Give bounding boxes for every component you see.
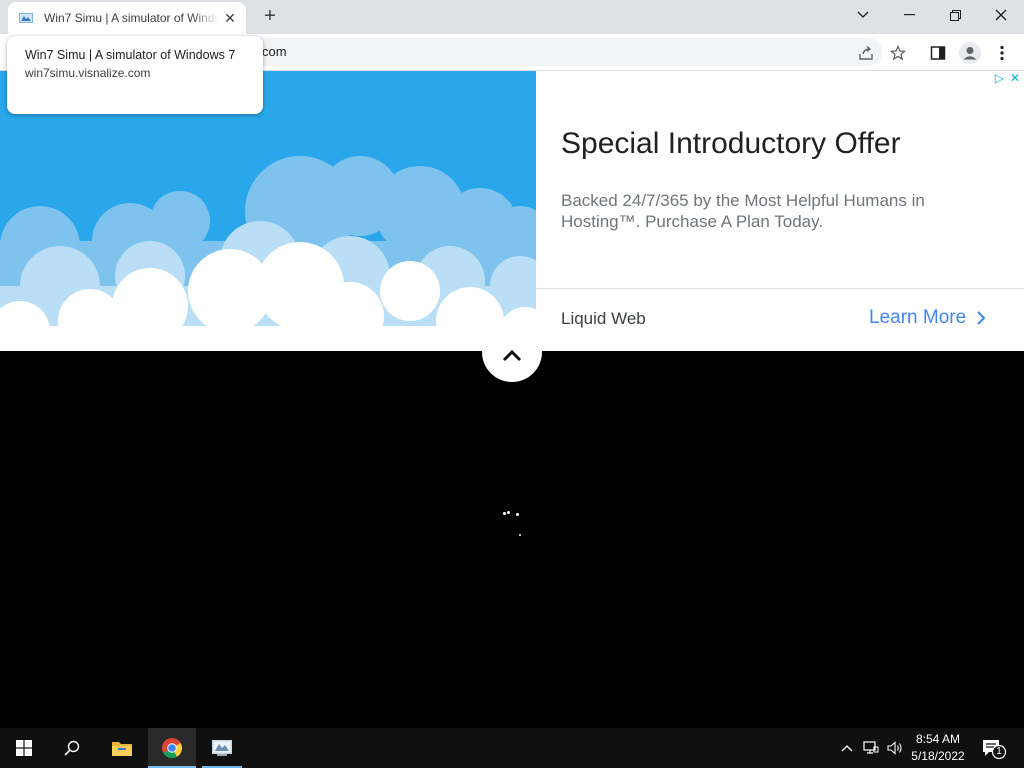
chrome-button[interactable] (148, 728, 196, 768)
minimize-icon[interactable] (886, 0, 932, 30)
search-icon (64, 740, 80, 756)
new-tab-icon[interactable]: + (258, 5, 282, 29)
chevron-right-icon (977, 311, 986, 325)
win7simu-icon (212, 740, 232, 756)
clock-date: 5/18/2022 (911, 749, 965, 763)
taskbar-search-button[interactable] (48, 728, 96, 768)
adchoices[interactable]: ▷ ✕ (995, 71, 1020, 85)
restore-icon[interactable] (932, 0, 978, 30)
tooltip-title: Win7 Simu | A simulator of Windows 7 (25, 48, 236, 62)
tab-hover-tooltip: Win7 Simu | A simulator of Windows 7 win… (7, 36, 263, 114)
action-center-button[interactable]: 1 (980, 736, 1008, 760)
chevron-up-icon (502, 350, 522, 362)
tab-close-icon[interactable]: ✕ (222, 10, 238, 26)
chrome-icon (162, 738, 183, 759)
browser-titlebar: Win7 Simu | A simulator of Windows 7 ✕ + (0, 0, 1024, 34)
learn-more-button[interactable]: Learn More (869, 307, 986, 329)
collapse-ad-button[interactable] (482, 322, 542, 382)
win7simu-favicon-icon (19, 13, 33, 23)
ad-text-panel[interactable]: ▷ ✕ Special Introductory Offer Backed 24… (536, 71, 1024, 351)
file-explorer-button[interactable] (98, 728, 146, 768)
taskbar: 8:54 AM 5/18/2022 1 (0, 728, 1024, 768)
adchoices-icon[interactable]: ▷ (995, 71, 1004, 85)
tooltip-url: win7simu.visnalize.com (25, 66, 151, 80)
address-bar-text[interactable]: com (262, 44, 287, 59)
ad-close-icon[interactable]: ✕ (1010, 71, 1020, 85)
learn-more-label: Learn More (869, 307, 967, 328)
ad-divider (536, 288, 1024, 289)
network-icon[interactable] (862, 739, 880, 757)
file-explorer-icon (112, 742, 132, 756)
notification-icon (983, 740, 1007, 760)
share-icon[interactable] (854, 41, 878, 65)
clock-time: 8:54 AM (915, 732, 961, 746)
win7simu-button[interactable] (198, 728, 246, 768)
notification-count: 1 (996, 746, 1002, 757)
bookmark-star-icon[interactable] (886, 41, 910, 65)
ad-body-text[interactable]: Backed 24/7/365 by the Most Helpful Huma… (561, 190, 961, 232)
spinner-dot (503, 512, 506, 515)
taskbar-clock[interactable]: 8:54 AM 5/18/2022 (905, 731, 971, 765)
spinner-dot (507, 511, 510, 514)
close-icon[interactable] (978, 0, 1024, 30)
browser-tab[interactable]: Win7 Simu | A simulator of Windows 7 ✕ (8, 2, 246, 34)
spinner-dot (519, 534, 521, 536)
start-button[interactable] (0, 728, 48, 768)
show-hidden-icons-chevron-up-icon[interactable] (838, 739, 856, 757)
profile-avatar-icon[interactable] (958, 41, 982, 65)
windows-start-icon (16, 740, 32, 756)
ad-advertiser-name[interactable]: Liquid Web (561, 309, 646, 329)
spinner-dot (516, 513, 519, 516)
volume-icon[interactable] (886, 739, 904, 757)
ad-headline[interactable]: Special Introductory Offer (561, 127, 901, 161)
menu-kebab-icon[interactable] (990, 41, 1014, 65)
tab-title: Win7 Simu | A simulator of Windows 7 (44, 11, 218, 25)
side-panel-icon[interactable] (926, 41, 950, 65)
tab-search-icon[interactable] (840, 0, 886, 30)
